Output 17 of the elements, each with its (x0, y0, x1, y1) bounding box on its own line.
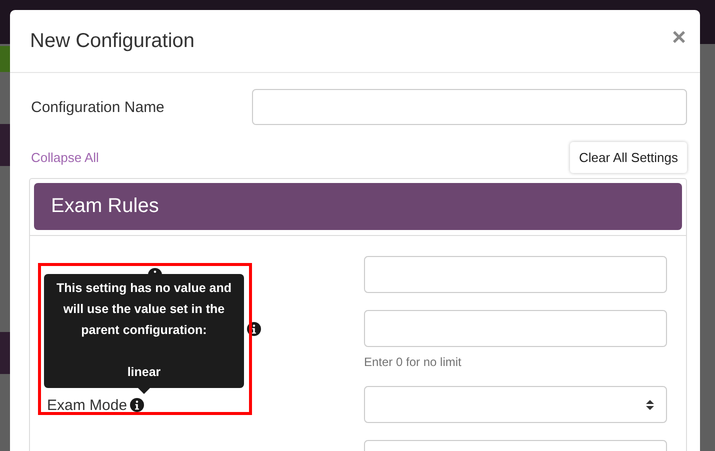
input-field[interactable] (252, 89, 687, 125)
input-field[interactable] (364, 256, 667, 293)
tooltip-text: This setting has no value and will use the value set in the parent configuration: (55, 280, 233, 339)
close-button[interactable]: × (672, 28, 686, 48)
tooltip-text: linear (126, 364, 162, 381)
clear-button[interactable]: Clear All Settings (570, 142, 687, 173)
input-field[interactable] (364, 310, 667, 347)
select-field[interactable] (364, 386, 667, 423)
panel-heading[interactable]: Exam Rules (34, 183, 682, 230)
help-text: Enter 0 for no limit (364, 355, 462, 369)
collapse-link[interactable]: Collapse All (31, 150, 99, 165)
modal-title: New Configuration (30, 30, 195, 52)
info-icon[interactable] (130, 398, 144, 412)
field-label: Exam Mode (47, 396, 128, 414)
info-icon[interactable] (247, 322, 261, 336)
field-label: Configuration Name (30, 98, 166, 116)
sort-arrows-icon (646, 398, 654, 410)
